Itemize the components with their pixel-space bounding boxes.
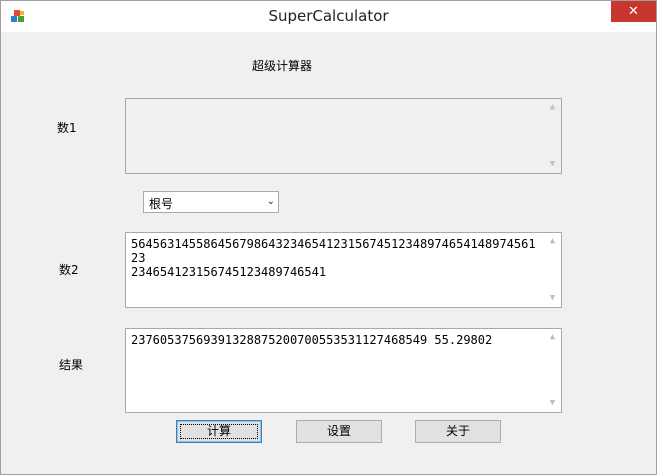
scroll-up-icon[interactable]: ▲ [544, 329, 561, 346]
close-button[interactable]: ✕ [611, 1, 656, 22]
operation-selected-value: 根号 [149, 197, 174, 211]
about-button[interactable]: 关于 [415, 420, 501, 443]
scroll-up-icon[interactable]: ▲ [544, 233, 561, 250]
label-num1: 数1 [57, 121, 77, 135]
label-num2: 数2 [59, 263, 79, 277]
window-title: SuperCalculator [268, 7, 389, 25]
title-bar[interactable]: SuperCalculator ✕ [1, 1, 656, 32]
result-text: 2376053756939132887520070055353112746854… [131, 333, 493, 347]
form-client-area: 超级计算器 数1 ▲ ▼ 根号 ⌄ 数2 5645631455864567986… [9, 32, 649, 468]
scroll-down-icon[interactable]: ▼ [544, 156, 561, 173]
result-scrollbar[interactable]: ▲ ▼ [544, 329, 561, 412]
num2-scrollbar[interactable]: ▲ ▼ [544, 233, 561, 307]
operation-select[interactable]: 根号 ⌄ [143, 191, 279, 213]
about-button-label: 关于 [445, 424, 470, 438]
num2-input[interactable]: 5645631455864567986432346541231567451234… [125, 232, 562, 308]
scroll-down-icon[interactable]: ▼ [544, 290, 561, 307]
num2-text: 5645631455864567986432346541231567451234… [131, 237, 536, 279]
scroll-down-icon[interactable]: ▼ [544, 395, 561, 412]
settings-button-label: 设置 [326, 424, 351, 438]
num1-scrollbar[interactable]: ▲ ▼ [544, 99, 561, 173]
scroll-up-icon[interactable]: ▲ [544, 99, 561, 116]
close-icon: ✕ [628, 4, 639, 19]
label-result: 结果 [59, 358, 84, 372]
num1-input[interactable]: ▲ ▼ [125, 98, 562, 174]
chevron-down-icon[interactable]: ⌄ [267, 196, 275, 207]
result-output[interactable]: 2376053756939132887520070055353112746854… [125, 328, 562, 413]
calculate-button[interactable]: 计算 [176, 420, 262, 443]
settings-button[interactable]: 设置 [296, 420, 382, 443]
form-heading: 超级计算器 [252, 59, 313, 73]
focus-rect [180, 424, 258, 439]
main-window: SuperCalculator ✕ 超级计算器 数1 ▲ ▼ 根号 ⌄ 数2 5… [0, 0, 657, 475]
